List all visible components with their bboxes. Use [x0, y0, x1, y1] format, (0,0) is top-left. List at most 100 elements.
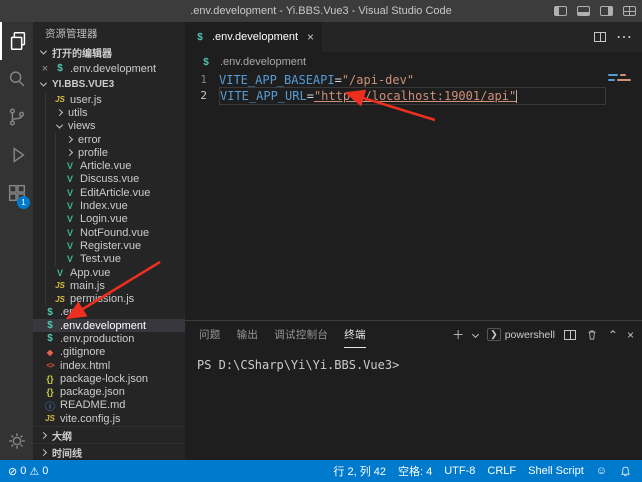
chevron-down-icon: [40, 80, 47, 87]
encoding[interactable]: UTF-8: [444, 465, 475, 477]
feedback-smiley-icon[interactable]: ☺: [596, 465, 607, 477]
indentation[interactable]: 空格: 4: [398, 463, 432, 479]
tree-item-editarticle-vue[interactable]: VEditArticle.vue: [33, 186, 185, 199]
html-icon: <>: [43, 361, 57, 370]
tree-item-user-js[interactable]: JSuser.js: [33, 93, 185, 106]
bottom-panel: 问题 输出 调试控制台 终端 ＋ ❯ powershell: [185, 320, 642, 460]
toggle-secondary-sidebar-icon[interactable]: [600, 6, 613, 16]
activitybar-explorer[interactable]: [0, 22, 33, 60]
cursor-position[interactable]: 行 2, 列 42: [333, 463, 386, 479]
tree-item-permission-js[interactable]: JSpermission.js: [33, 292, 185, 305]
tree-item-discuss-vue[interactable]: VDiscuss.vue: [33, 173, 185, 186]
tree-item-article-vue[interactable]: VArticle.vue: [33, 159, 185, 172]
tree-item-package-json[interactable]: {}package.json: [33, 386, 185, 399]
customize-layout-icon[interactable]: [623, 6, 636, 16]
timeline-section[interactable]: 时间线: [33, 443, 185, 460]
toggle-panel-icon[interactable]: [577, 6, 590, 16]
activitybar-run-debug[interactable]: [0, 136, 33, 174]
tab-output[interactable]: 输出: [237, 321, 259, 348]
close-panel-icon[interactable]: ×: [627, 328, 634, 342]
problems-status[interactable]: ⊘ 0 ⚠ 0: [8, 465, 48, 478]
terminal-shell-chip[interactable]: ❯ powershell: [487, 328, 555, 341]
tree-item-profile[interactable]: profile: [33, 146, 185, 159]
tree-item-label: Test.vue: [80, 253, 121, 265]
new-terminal-icon[interactable]: ＋: [452, 326, 464, 343]
env-value-link[interactable]: "http://localhost:19001/api": [314, 89, 516, 103]
activitybar-settings[interactable]: [0, 422, 33, 460]
activitybar-extensions[interactable]: 1: [0, 174, 33, 212]
chevron-down-icon[interactable]: [472, 331, 479, 338]
tree-item-register-vue[interactable]: VRegister.vue: [33, 239, 185, 252]
tree-item-app-vue[interactable]: VApp.vue: [33, 266, 185, 279]
tab-debug-console[interactable]: 调试控制台: [274, 321, 328, 348]
panel-actions: ＋ ❯ powershell ⌃ ×: [452, 326, 634, 343]
indent-guide: [55, 146, 63, 159]
tree-item-package-lock-json[interactable]: {}package-lock.json: [33, 372, 185, 385]
indent-guide: [45, 159, 53, 172]
tree-item-label: Index.vue: [80, 200, 128, 212]
tree-item-notfound-vue[interactable]: VNotFound.vue: [33, 226, 185, 239]
minimap[interactable]: [608, 74, 640, 84]
tab-problems[interactable]: 问题: [199, 321, 221, 348]
code-line-2[interactable]: 2 VITE_APP_URL="http://localhost:19001/a…: [185, 88, 642, 104]
activitybar-source-control[interactable]: [0, 98, 33, 136]
tree-item-label: user.js: [70, 94, 102, 106]
tree-item-login-vue[interactable]: VLogin.vue: [33, 213, 185, 226]
code-editor[interactable]: 1 VITE_APP_BASEAPI="/api-dev" 2 VITE_APP…: [185, 72, 642, 320]
main-area: 1 资源管理器 打开的编辑器 × $ .env.development: [0, 22, 642, 460]
tree-item-gitignore[interactable]: ◆.gitignore: [33, 346, 185, 359]
line-number: 2: [185, 88, 219, 104]
breadcrumb[interactable]: $ .env.development: [185, 52, 642, 72]
chevron-down-icon: [56, 121, 63, 128]
tree-item-label: views: [68, 120, 96, 132]
vue-icon: V: [63, 254, 77, 264]
window-title: .env.development - Yi.BBS.Vue3 - Visual …: [190, 5, 452, 17]
toggle-sidebar-icon[interactable]: [554, 6, 567, 16]
git-icon: ◆: [43, 348, 57, 357]
tab-label: .env.development: [212, 31, 298, 43]
tree-item-label: profile: [78, 147, 108, 159]
open-editors-header[interactable]: 打开的编辑器: [33, 44, 185, 61]
vue-icon: V: [63, 241, 77, 251]
maximize-panel-icon[interactable]: ⌃: [608, 328, 618, 342]
operator: =: [307, 89, 314, 103]
code-line-1[interactable]: 1 VITE_APP_BASEAPI="/api-dev": [185, 72, 642, 88]
tree-item-index-vue[interactable]: VIndex.vue: [33, 199, 185, 212]
tree-item-label: permission.js: [70, 293, 134, 305]
trash-icon[interactable]: [585, 328, 599, 342]
project-root-header[interactable]: YI.BBS.VUE3: [33, 76, 185, 93]
tree-item-utils[interactable]: utils: [33, 106, 185, 119]
eol-sequence[interactable]: CRLF: [487, 465, 516, 477]
tree-item-views[interactable]: views: [33, 120, 185, 133]
language-mode[interactable]: Shell Script: [528, 465, 584, 477]
tree-item-env-production[interactable]: $.env.production: [33, 332, 185, 345]
env-file-icon: $: [43, 307, 57, 318]
tab-terminal[interactable]: 终端: [344, 321, 366, 348]
project-root-label: YI.BBS.VUE3: [52, 79, 114, 90]
tab-env-development[interactable]: $ .env.development ×: [185, 22, 323, 52]
indent-guide: [55, 133, 63, 146]
indent-guide: [45, 120, 53, 133]
notifications-bell-icon[interactable]: [619, 465, 632, 478]
tree-item-index-html[interactable]: <>index.html: [33, 359, 185, 372]
tree-item-env-development[interactable]: $.env.development: [33, 319, 185, 332]
close-icon[interactable]: ×: [39, 63, 51, 75]
js-icon: JS: [53, 295, 67, 304]
code-text: VITE_APP_BASEAPI="/api-dev": [219, 72, 642, 88]
split-terminal-icon[interactable]: [564, 330, 576, 340]
tree-item-test-vue[interactable]: VTest.vue: [33, 253, 185, 266]
tree-item-readme-md[interactable]: ⓘREADME.md: [33, 399, 185, 412]
split-editor-icon[interactable]: [594, 32, 606, 42]
tree-item-error[interactable]: error: [33, 133, 185, 146]
tree-item-label: package-lock.json: [60, 373, 148, 385]
more-actions-icon[interactable]: ⋯: [616, 27, 632, 47]
tree-item-env[interactable]: $.env: [33, 306, 185, 319]
tree-item-main-js[interactable]: JSmain.js: [33, 279, 185, 292]
tree-item-vite-config-js[interactable]: JSvite.config.js: [33, 412, 185, 425]
terminal-content[interactable]: PS D:\CSharp\Yi\Yi.BBS.Vue3>: [185, 348, 642, 460]
outline-section[interactable]: 大纲: [33, 426, 185, 443]
open-editor-item[interactable]: × $ .env.development: [33, 61, 185, 76]
activitybar-search[interactable]: [0, 60, 33, 98]
indent-guide: [55, 213, 63, 226]
tab-close-icon[interactable]: ×: [307, 30, 314, 44]
